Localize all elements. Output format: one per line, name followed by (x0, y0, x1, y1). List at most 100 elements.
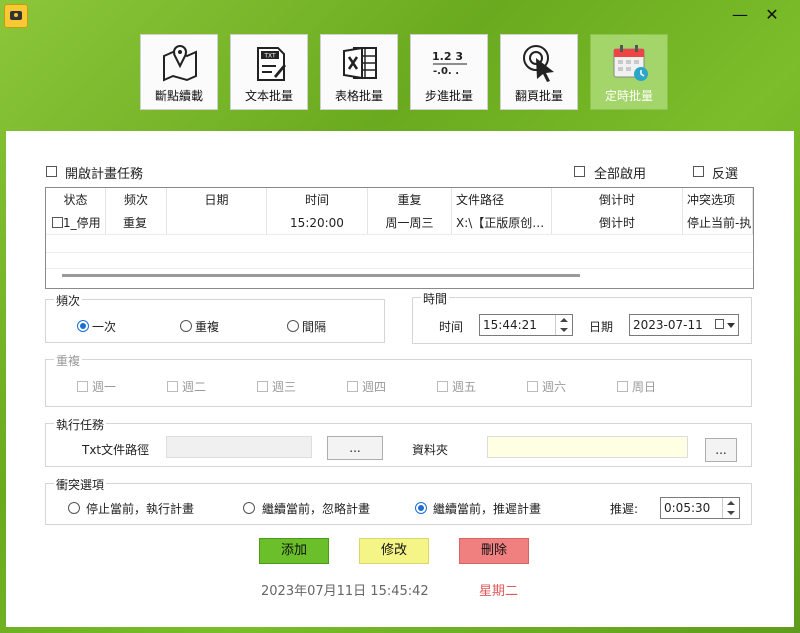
task-group: 執行任務 Txt文件路徑 ... 資料夾 ... (45, 416, 752, 467)
sunday-checkbox[interactable] (617, 381, 628, 392)
tool-label: 文本批量 (244, 89, 293, 103)
svg-text:TXT: TXT (263, 53, 276, 60)
tuesday-checkbox[interactable] (167, 381, 178, 392)
tool-page-batch[interactable]: 翻頁批量 (500, 34, 578, 110)
svg-text:-.0. .: -.0. . (433, 66, 459, 77)
date-value: 2023-07-11 (633, 318, 703, 332)
column-header[interactable]: 时间 (267, 188, 368, 212)
tool-text-batch[interactable]: TXT 文本批量 (230, 34, 308, 110)
table-cell-status[interactable]: 1_停用 (46, 212, 106, 234)
conflict-stop-radio[interactable] (68, 502, 80, 514)
modify-button[interactable]: 修改 (359, 538, 429, 564)
tool-label: 步進批量 (424, 89, 473, 103)
conflict-delay-label: 繼續當前，推遲計畫 (433, 502, 542, 516)
saturday-label: 週六 (542, 380, 567, 394)
enable-schedule-label: 開啟計畫任務 (65, 167, 144, 182)
close-button[interactable]: ✕ (758, 4, 786, 26)
time-value: 15:44:21 (483, 318, 537, 332)
row-checkbox[interactable] (52, 217, 63, 228)
date-picker[interactable]: 2023-07-11 (629, 314, 739, 336)
txt-browse-button[interactable]: ... (327, 436, 383, 460)
repeat-title: 重複 (54, 352, 83, 369)
frequency-repeat-radio[interactable] (180, 320, 192, 332)
delay-input[interactable]: 0:05:30 (660, 497, 740, 519)
column-header[interactable]: 频次 (106, 188, 167, 212)
map-pin-icon (163, 45, 197, 82)
enable-all-label: 全部啟用 (594, 167, 647, 182)
column-header[interactable]: 状态 (46, 188, 106, 212)
date-label: 日期 (589, 320, 614, 334)
app-camera-icon (4, 4, 28, 28)
conflict-ignore-radio[interactable] (243, 502, 255, 514)
monday-checkbox[interactable] (77, 381, 88, 392)
folder-input[interactable] (487, 436, 688, 458)
thursday-label: 週四 (362, 380, 387, 394)
add-button[interactable]: 添加 (259, 538, 329, 564)
enable-all-checkbox[interactable] (574, 166, 585, 177)
saturday-checkbox[interactable] (527, 381, 538, 392)
column-header[interactable]: 重复 (368, 188, 452, 212)
calendar-icon[interactable] (715, 319, 724, 329)
friday-label: 週五 (452, 380, 477, 394)
txt-path-label: Txt文件路徑 (82, 443, 150, 457)
row-divider (46, 234, 753, 235)
tool-table-batch[interactable]: 表格批量 (320, 34, 398, 110)
wednesday-label: 週三 (272, 380, 297, 394)
conflict-group: 衝突選項 停止當前，執行計畫 繼續當前，忽略計畫 繼續當前，推遲計畫 推遲: 0… (45, 476, 752, 525)
tuesday-label: 週二 (182, 380, 207, 394)
cursor-click-icon (523, 45, 554, 82)
friday-checkbox[interactable] (437, 381, 448, 392)
status-text: 1_停用 (63, 216, 101, 230)
excel-icon (343, 46, 377, 80)
column-header[interactable]: 倒计时 (552, 188, 683, 212)
txt-path-input[interactable] (166, 436, 312, 458)
delay-spinner[interactable] (722, 498, 739, 518)
frequency-once-label: 一次 (92, 320, 117, 334)
task-table[interactable]: 状态 频次 日期 时间 重复 文件路径 倒计时 冲突选项 1_停用 重复 15:… (45, 187, 754, 289)
enable-schedule-checkbox[interactable] (46, 166, 57, 177)
tool-resume-download[interactable]: 斷點續載 (140, 34, 218, 110)
invert-selection-checkbox[interactable] (693, 166, 704, 177)
tool-label: 翻頁批量 (514, 89, 563, 103)
sunday-label: 周日 (632, 380, 657, 394)
table-cell (167, 212, 267, 234)
step-numbers-icon: 1.2 3 -.0. . (432, 50, 467, 77)
conflict-stop-label: 停止當前，執行計畫 (86, 502, 195, 516)
calendar-clock-icon (613, 45, 648, 81)
main-panel: 開啟計畫任務 全部啟用 反選 状态 频次 日期 时间 重复 文件路径 倒计时 冲… (6, 131, 794, 627)
wednesday-checkbox[interactable] (257, 381, 268, 392)
monday-label: 週一 (92, 380, 117, 394)
tool-scheduled-batch[interactable]: 定時批量 (590, 34, 668, 110)
horizontal-scrollbar[interactable] (62, 274, 580, 277)
time-input[interactable]: 15:44:21 (479, 314, 573, 336)
time-label: 时间 (439, 320, 464, 334)
delay-label: 推遲: (610, 502, 639, 516)
chevron-down-icon[interactable] (727, 323, 735, 328)
conflict-ignore-label: 繼續當前，忽略計畫 (262, 502, 371, 516)
conflict-title: 衝突選項 (54, 476, 107, 493)
row-divider (46, 268, 753, 269)
time-group: 時間 时间 15:44:21 日期 2023-07-11 (412, 290, 752, 344)
tool-label: 斷點續載 (154, 89, 203, 103)
column-header[interactable]: 冲突选项 (683, 188, 753, 212)
frequency-title: 頻次 (54, 292, 83, 309)
txt-file-icon: TXT (257, 47, 286, 81)
folder-browse-button[interactable]: ... (705, 438, 737, 462)
frequency-interval-radio[interactable] (287, 320, 299, 332)
tool-label: 定時批量 (604, 89, 653, 103)
column-header[interactable]: 日期 (167, 188, 267, 212)
conflict-delay-radio[interactable] (415, 502, 427, 514)
table-cell: X:\【正版原创… (452, 212, 552, 234)
frequency-once-radio[interactable] (77, 320, 89, 332)
thursday-checkbox[interactable] (347, 381, 358, 392)
row-divider (46, 252, 753, 253)
current-weekday: 星期二 (479, 584, 519, 599)
delete-button[interactable]: 刪除 (459, 538, 529, 564)
minimize-button[interactable]: — (726, 4, 754, 26)
column-header[interactable]: 文件路径 (452, 188, 552, 212)
tool-label: 表格批量 (334, 89, 383, 103)
time-spinner[interactable] (555, 315, 572, 335)
frequency-interval-label: 間隔 (302, 320, 327, 334)
tool-step-batch[interactable]: 1.2 3 -.0. . 步進批量 (410, 34, 488, 110)
current-datetime: 2023年07月11日 15:45:42 (261, 584, 429, 599)
